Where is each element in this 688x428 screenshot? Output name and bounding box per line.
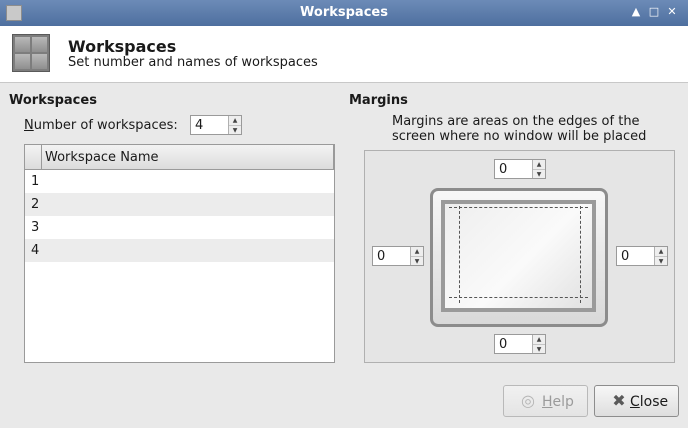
spinner-arrows[interactable]: ▲ ▼	[532, 160, 545, 178]
spinner-arrows[interactable]: ▲ ▼	[532, 335, 545, 353]
spinner-arrows[interactable]: ▲ ▼	[228, 116, 241, 134]
top-margin-spinner[interactable]: 0 ▲ ▼	[494, 159, 546, 179]
spin-up-icon[interactable]: ▲	[411, 247, 423, 257]
table-header[interactable]: Workspace Name	[25, 145, 334, 170]
workspaces-section-title: Workspaces	[9, 93, 97, 108]
keep-above-icon[interactable]: ▲	[629, 4, 643, 20]
column-header-workspace-name[interactable]: Workspace Name	[45, 150, 159, 165]
close-button[interactable]: ✖ Close	[594, 385, 679, 417]
close-button-label: Close	[630, 394, 669, 410]
spinner-arrows[interactable]: ▲ ▼	[410, 247, 423, 265]
spin-up-icon[interactable]: ▲	[229, 116, 241, 126]
row-number: 2	[31, 197, 40, 212]
margins-section-title: Margins	[349, 93, 408, 108]
help-icon: ◎	[521, 391, 535, 410]
bottom-margin-value[interactable]: 0	[499, 337, 507, 352]
workspace-count-spinner[interactable]: 4 ▲ ▼	[190, 115, 242, 135]
spin-down-icon[interactable]: ▼	[655, 257, 667, 266]
right-margin-spinner[interactable]: 0 ▲ ▼	[616, 246, 668, 266]
screen-preview	[441, 200, 596, 312]
close-window-icon[interactable]: ✕	[665, 4, 679, 20]
margins-description-line2: screen where no window will be placed	[392, 129, 647, 144]
spin-up-icon[interactable]: ▲	[655, 247, 667, 257]
row-number: 4	[31, 243, 40, 258]
header-title: Workspaces	[68, 37, 177, 56]
margins-description-line1: Margins are areas on the edges of the	[392, 114, 640, 129]
table-header-corner	[25, 145, 42, 169]
workspace-name-table[interactable]: Workspace Name 1 2 3 4	[24, 144, 335, 363]
top-margin-value[interactable]: 0	[499, 162, 507, 177]
left-margin-spinner[interactable]: 0 ▲ ▼	[372, 246, 424, 266]
workspace-count-label: Number of workspaces:	[24, 118, 178, 133]
spin-down-icon[interactable]: ▼	[411, 257, 423, 266]
right-margin-value[interactable]: 0	[621, 249, 629, 264]
margin-guide-left	[459, 206, 460, 303]
left-margin-value[interactable]: 0	[377, 249, 385, 264]
header-subtitle: Set number and names of workspaces	[68, 55, 318, 70]
spin-down-icon[interactable]: ▼	[533, 170, 545, 179]
spin-up-icon[interactable]: ▲	[533, 335, 545, 345]
spinner-arrows[interactable]: ▲ ▼	[654, 247, 667, 265]
table-row[interactable]: 3	[25, 216, 334, 239]
spin-up-icon[interactable]: ▲	[533, 160, 545, 170]
workspace-count-value[interactable]: 4	[195, 118, 203, 133]
table-row[interactable]: 2	[25, 193, 334, 216]
table-row[interactable]: 4	[25, 239, 334, 262]
row-number: 1	[31, 174, 40, 189]
close-x-icon: ✖	[612, 391, 626, 410]
window-title: Workspaces	[300, 5, 388, 20]
table-row[interactable]: 1	[25, 170, 334, 193]
dialog-header: Workspaces Set number and names of works…	[0, 26, 688, 83]
maximize-icon[interactable]: □	[647, 4, 661, 20]
title-bar[interactable]: Workspaces ▲ □ ✕	[0, 0, 688, 27]
spin-down-icon[interactable]: ▼	[229, 126, 241, 135]
help-button[interactable]: ◎ Help	[503, 385, 588, 417]
workspaces-grid-icon	[12, 34, 50, 72]
bottom-margin-spinner[interactable]: 0 ▲ ▼	[494, 334, 546, 354]
row-number: 3	[31, 220, 40, 235]
margin-guide-top	[449, 207, 588, 208]
help-button-label: Help	[542, 394, 574, 410]
spin-down-icon[interactable]: ▼	[533, 345, 545, 354]
margin-guide-right	[580, 206, 581, 303]
margin-guide-bottom	[449, 297, 588, 298]
